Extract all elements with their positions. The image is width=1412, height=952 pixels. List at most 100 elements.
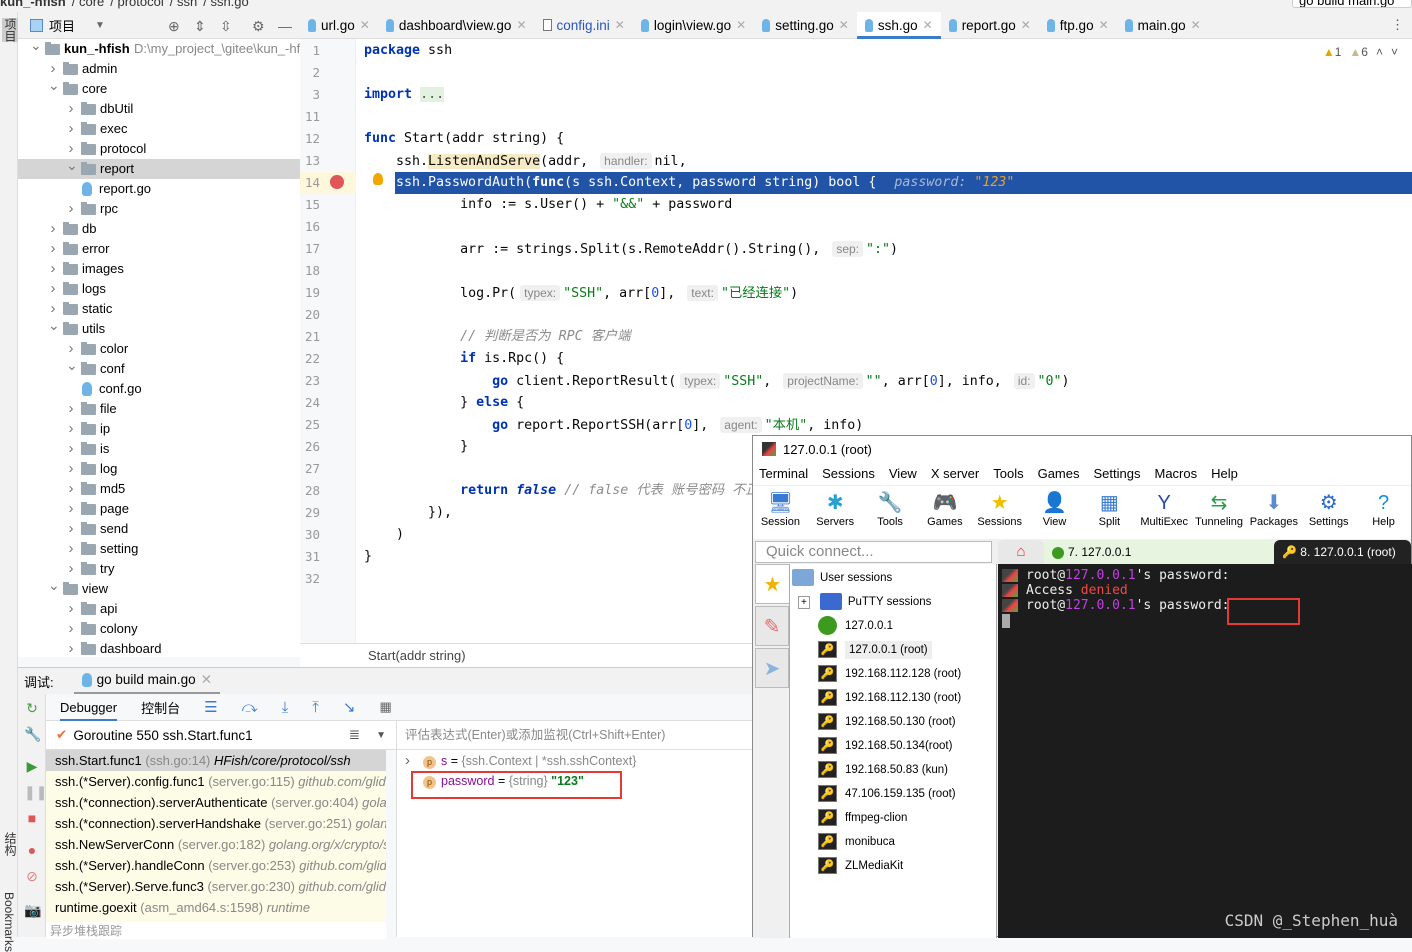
stack-frame[interactable]: ssh.(*Server).Serve.func3 (server.go:230… [46,876,386,897]
tree-item[interactable]: › md5 [18,479,300,499]
close-icon[interactable]: ✕ [1191,18,1201,32]
tab-login-view-go[interactable]: login\view.go ✕ [633,12,754,38]
session-item[interactable]: 🔑 ffmpeg-clion [818,806,907,830]
stack-frame[interactable]: ssh.(*Server).config.func1 (server.go:11… [46,771,386,792]
chevron-right-icon[interactable]: › [66,99,76,119]
code-line[interactable] [364,260,1412,282]
chevron-right-icon[interactable]: › [48,219,58,239]
expand-icon[interactable]: + [798,596,810,609]
collapse-all-icon[interactable]: ⇳ [220,18,232,35]
breadcrumb-item[interactable]: core [79,0,104,9]
locate-icon[interactable]: ⊕ [168,18,180,35]
code-line[interactable]: ssh.ListenAndServe(addr, handler: nil, [364,150,1412,172]
breadcrumb-item[interactable]: ssh [177,0,197,9]
tab-report-go[interactable]: report.go ✕ [941,12,1039,38]
gear-icon[interactable]: ⚙ [252,18,265,35]
toolbar-sessions-button[interactable]: ★ Sessions [972,486,1027,539]
breadcrumb-item[interactable]: kun_-hfish [0,0,66,9]
tree-item[interactable]: › error [18,239,300,259]
session-tab-active[interactable]: 🔑 8. 127.0.0.1 (root) [1274,540,1411,564]
tree-item[interactable]: › exec [18,119,300,139]
tree-item[interactable]: › dbUtil [18,99,300,119]
code-line[interactable] [364,106,1412,128]
tree-item[interactable]: conf.go [18,379,300,399]
stop-icon[interactable]: ■ [24,810,40,826]
toolbar-packages-button[interactable]: ⬇ Packages [1246,486,1301,539]
tree-item[interactable]: › ip [18,419,300,439]
tree-item[interactable]: ⌄ utils [18,317,300,339]
session-item[interactable]: 🔑 127.0.0.1 (root) [818,638,932,662]
chevron-right-icon[interactable]: › [48,259,58,279]
code-line[interactable]: import ... [364,84,1412,106]
pause-icon[interactable]: ❚❚ [24,784,47,800]
step-out-icon[interactable]: ⤒ [312,699,319,716]
chevron-right-icon[interactable]: › [66,519,76,539]
close-icon[interactable]: ✕ [516,18,526,32]
chevron-down-icon[interactable]: ▼ [376,730,386,741]
session-item[interactable]: 🔑 192.168.50.83 (kun) [818,758,948,782]
menu-help[interactable]: Help [1211,463,1238,485]
tree-item[interactable]: › api [18,599,300,619]
mute-breakpoints-icon[interactable]: ⊘ [24,868,40,884]
chevron-right-icon[interactable]: › [66,559,76,579]
chevron-right-icon[interactable]: › [66,439,76,459]
code-line[interactable] [364,304,1412,326]
tree-item[interactable]: › images [18,259,300,279]
chevron-right-icon[interactable]: › [405,751,410,771]
tree-item[interactable]: report.go [18,179,300,199]
chevron-down-icon[interactable]: ⌄ [48,75,60,95]
chevron-right-icon[interactable]: › [66,199,76,219]
toolbar-split-button[interactable]: ▦ Split [1082,486,1137,539]
code-line[interactable] [364,62,1412,84]
evaluate-icon[interactable]: ▦ [379,699,391,715]
bookmarks-tool-button[interactable]: Bookmarks [2,892,16,952]
camera-icon[interactable]: 📷 [24,902,41,918]
tree-item[interactable]: › log [18,459,300,479]
session-item[interactable]: 🔑 192.168.50.130 (root) [818,710,956,734]
putty-sessions-folder[interactable]: + PuTTY sessions [798,590,931,614]
chevron-down-icon[interactable]: ⌄ [30,39,42,55]
run-config-select[interactable]: go build main.go [1292,0,1412,8]
tree-item[interactable]: › page [18,499,300,519]
chevron-down-icon[interactable]: ⌄ [66,355,78,375]
close-icon[interactable]: ✕ [360,18,370,32]
tree-item[interactable]: › db [18,219,300,239]
tab-setting-go[interactable]: setting.go ✕ [754,12,857,38]
close-icon[interactable]: ✕ [923,18,933,32]
run-to-cursor-icon[interactable]: ↘ [343,698,356,716]
chevron-down-icon[interactable]: ˅ [1391,45,1398,59]
tree-item[interactable]: › send [18,519,300,539]
more-tabs-icon[interactable]: ⋮ [1391,17,1404,33]
editor-breadcrumb[interactable]: Start(addr string) [300,643,752,667]
menu-terminal[interactable]: Terminal [759,463,808,485]
close-icon[interactable]: ✕ [839,18,849,32]
expand-all-icon[interactable]: ⇕ [194,18,206,35]
chevron-down-icon[interactable]: ⌄ [66,155,78,175]
menu-settings[interactable]: Settings [1094,463,1141,485]
breakpoint-icon[interactable] [330,175,344,189]
sessions-star-icon[interactable]: ★ [755,564,789,604]
tree-item[interactable]: ⌄ report [18,157,300,179]
session-item[interactable]: 🔑 ZLMediaKit [818,854,903,878]
code-line[interactable]: log.Pr(typex: "SSH", arr[0], text: "已经连接") [364,282,1412,304]
rerun-icon[interactable]: ↻ [24,700,40,716]
project-tool-button[interactable]: 项目 [2,18,19,42]
send-icon[interactable]: ➤ [755,648,789,688]
chevron-right-icon[interactable]: › [66,479,76,499]
stack-frame[interactable]: ssh.NewServerConn (server.go:182) golang… [46,834,386,855]
close-icon[interactable]: ✕ [201,672,212,688]
code-line[interactable]: go client.ReportResult(typex: "SSH", proj… [364,370,1412,392]
tools-icon[interactable]: ✎ [755,606,789,646]
chevron-right-icon[interactable]: › [48,279,58,299]
home-tab-icon[interactable]: ⌂ [998,540,1044,564]
wrench-icon[interactable]: 🔧 [24,726,41,742]
chevron-right-icon[interactable]: › [66,619,76,639]
menu-macros[interactable]: Macros [1154,463,1197,485]
tree-item[interactable]: › is [18,439,300,459]
chevron-down-icon[interactable]: ⌄ [48,575,60,595]
stack-frame[interactable]: runtime.goexit (asm_amd64.s:1598) runtim… [46,897,386,918]
code-line[interactable]: ssh.PasswordAuth(func(s ssh.Context, pas… [395,172,1412,194]
chevron-down-icon[interactable]: ▼ [95,20,105,31]
tree-item[interactable]: › static [18,299,300,319]
inspection-widget[interactable]: ▲1 ▲6 ˄ ˅ [1323,45,1398,59]
